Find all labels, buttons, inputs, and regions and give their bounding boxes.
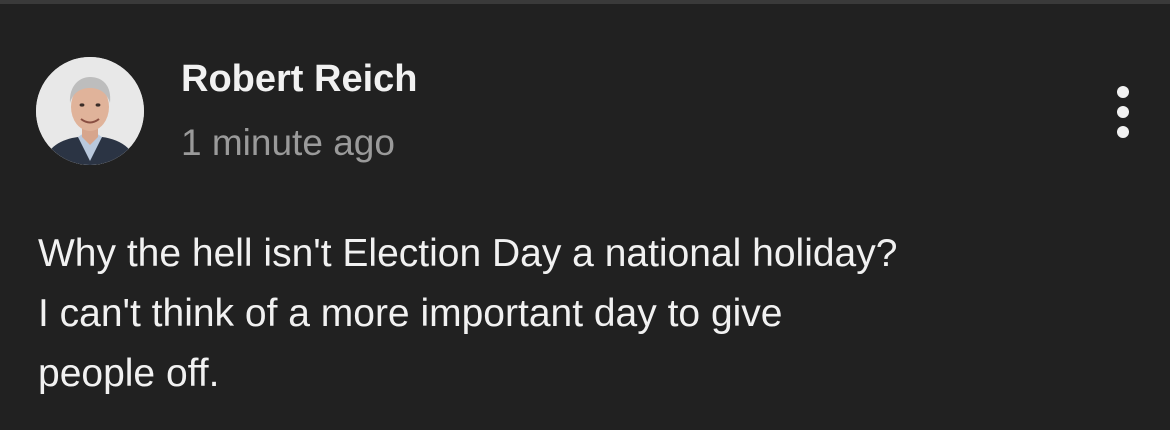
post-text-line: people off. [38,352,220,395]
author-name[interactable]: Robert Reich [181,56,417,102]
post-timestamp: 1 minute ago [181,122,395,163]
more-options-button[interactable] [1103,84,1143,140]
post-text-line: Why the hell isn't Election Day a nation… [38,232,898,275]
avatar[interactable] [36,57,144,165]
post-text-line: I can't think of a more important day to… [38,292,783,335]
post-text: Why the hell isn't Election Day a nation… [38,224,1138,404]
post-card: Robert Reich 1 minute ago Why the hell i… [0,0,1170,430]
avatar-photo-icon [36,57,144,165]
